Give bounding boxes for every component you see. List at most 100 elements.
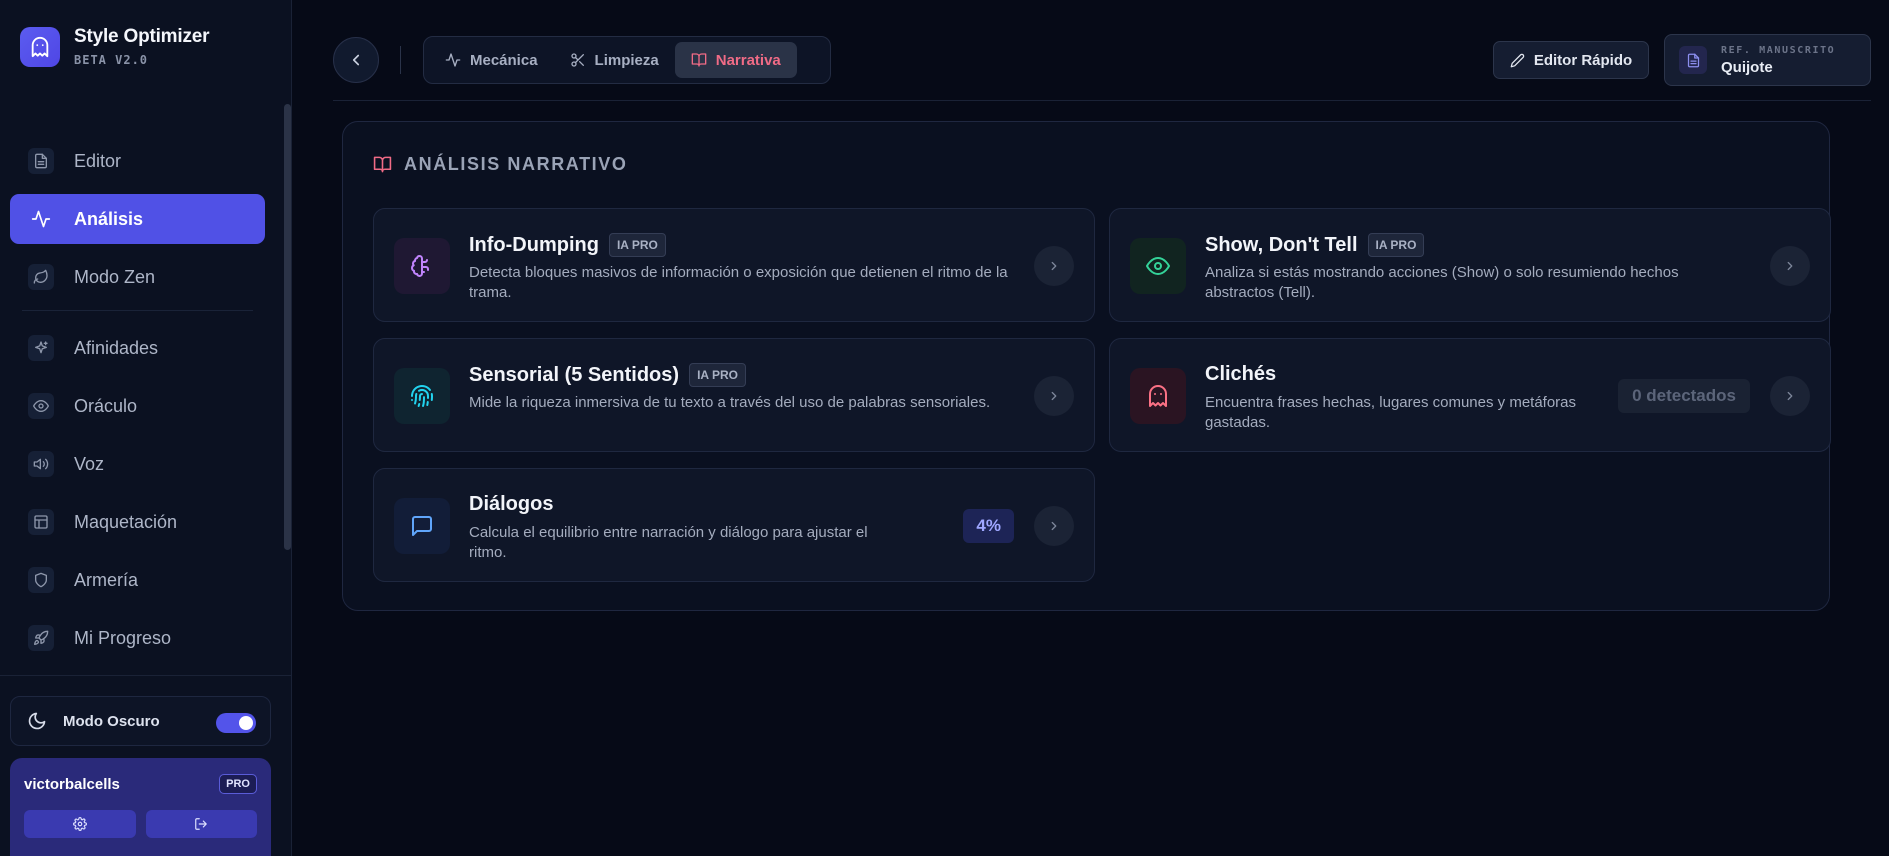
sidebar-item-mi-progreso[interactable]: Mi Progreso bbox=[10, 613, 265, 663]
analysis-tabs: Mecánica Limpieza Narrativa bbox=[423, 36, 831, 84]
cliches-count-badge: 0 detectados bbox=[1618, 379, 1750, 413]
manuscript-label: REF. MANUSCRITO bbox=[1721, 44, 1836, 56]
tab-label: Mecánica bbox=[470, 51, 538, 69]
eye-icon bbox=[1130, 238, 1186, 294]
card-open-button[interactable] bbox=[1034, 376, 1074, 416]
chevron-right-icon bbox=[1047, 389, 1061, 403]
sidebar-item-afinidades[interactable]: Afinidades bbox=[10, 323, 265, 373]
dark-mode-toggle[interactable]: Modo Oscuro bbox=[10, 696, 271, 746]
ia-pro-badge: IA PRO bbox=[608, 233, 666, 257]
sidebar-item-label: Oráculo bbox=[74, 395, 138, 416]
sidebar-scrollbar-thumb[interactable] bbox=[284, 104, 291, 550]
message-square-icon bbox=[394, 498, 450, 554]
document-icon bbox=[1679, 46, 1707, 74]
chevron-right-icon bbox=[1047, 259, 1061, 273]
card-title: Show, Don't Tell bbox=[1205, 233, 1358, 256]
tab-label: Limpieza bbox=[594, 51, 659, 69]
plan-badge: PRO bbox=[219, 774, 257, 794]
activity-icon bbox=[28, 206, 54, 232]
card-open-button[interactable] bbox=[1034, 246, 1074, 286]
ia-pro-badge: IA PRO bbox=[689, 363, 746, 387]
sidebar-item-label: Mi Progreso bbox=[74, 627, 172, 648]
brain-icon bbox=[394, 238, 450, 294]
book-open-icon bbox=[373, 155, 392, 174]
card-open-button[interactable] bbox=[1770, 376, 1810, 416]
tab-narrativa[interactable]: Narrativa bbox=[674, 42, 797, 78]
activity-icon bbox=[445, 52, 461, 68]
sidebar-item-label: Voz bbox=[74, 453, 105, 474]
panel-title: ANÁLISIS NARRATIVO bbox=[373, 154, 627, 175]
switch-knob bbox=[239, 716, 253, 730]
sidebar-nav: Editor Análisis Modo Zen Afinidades Orác… bbox=[10, 136, 265, 671]
fingerprint-icon bbox=[394, 368, 450, 424]
sidebar-scrollbar[interactable] bbox=[284, 104, 291, 550]
app-title: Style Optimizer bbox=[74, 26, 210, 47]
sidebar-item-oraculo[interactable]: Oráculo bbox=[10, 381, 265, 431]
app-version: BETA V2.0 bbox=[74, 53, 149, 67]
back-button[interactable] bbox=[333, 37, 379, 83]
sidebar-item-label: Modo Zen bbox=[74, 266, 156, 287]
gear-icon bbox=[72, 817, 87, 831]
sidebar-item-armeria[interactable]: Armería bbox=[10, 555, 265, 605]
header-divider bbox=[333, 100, 1871, 101]
sidebar-item-label: Análisis bbox=[74, 208, 144, 229]
card-description: Analiza si estás mostrando acciones (Sho… bbox=[1205, 264, 1679, 301]
header-separator bbox=[400, 46, 401, 74]
card-description: Detecta bloques masivos de información o… bbox=[469, 264, 1008, 301]
sidebar-item-label: Maquetación bbox=[74, 511, 178, 532]
ghost-icon bbox=[1130, 368, 1186, 424]
sidebar-item-editor[interactable]: Editor bbox=[10, 136, 265, 186]
moon-icon bbox=[27, 711, 47, 731]
card-cliches[interactable]: Clichés Encuentra frases hechas, lugares… bbox=[1109, 338, 1831, 452]
logout-icon bbox=[194, 817, 208, 831]
eye-icon bbox=[28, 393, 54, 419]
sidebar-footer-divider bbox=[0, 675, 292, 676]
sidebar-item-analisis[interactable]: Análisis bbox=[10, 194, 265, 244]
card-title: Diálogos bbox=[469, 493, 554, 515]
card-description: Mide la riqueza inmersiva de tu texto a … bbox=[469, 394, 991, 411]
card-description: Encuentra frases hechas, lugares comunes… bbox=[1205, 394, 1577, 431]
card-description: Calcula el equilibrio entre narración y … bbox=[469, 524, 868, 561]
card-title: Info-Dumping bbox=[469, 233, 599, 256]
user-name: victorbalcells bbox=[24, 775, 120, 793]
logout-button[interactable] bbox=[145, 810, 257, 838]
ia-pro-badge: IA PRO bbox=[1367, 233, 1425, 257]
rocket-icon bbox=[28, 625, 54, 651]
card-title: Sensorial (5 Sentidos) bbox=[469, 363, 680, 386]
card-open-button[interactable] bbox=[1770, 246, 1810, 286]
document-icon bbox=[28, 148, 54, 174]
sidebar-item-label: Armería bbox=[74, 569, 139, 590]
manuscript-selector[interactable]: REF. MANUSCRITO Quijote bbox=[1664, 34, 1871, 86]
tab-label: Narrativa bbox=[715, 51, 781, 69]
pencil-icon bbox=[1510, 53, 1525, 68]
sidebar-item-label: Afinidades bbox=[74, 337, 159, 358]
sidebar-item-maquetacion[interactable]: Maquetación bbox=[10, 497, 265, 547]
sidebar-item-label: Editor bbox=[74, 150, 122, 171]
tab-limpieza[interactable]: Limpieza bbox=[554, 42, 675, 78]
chevron-right-icon bbox=[1783, 389, 1797, 403]
tab-mecanica[interactable]: Mecánica bbox=[429, 42, 554, 78]
chevron-right-icon bbox=[1047, 519, 1061, 533]
quick-editor-label: Editor Rápido bbox=[1533, 51, 1633, 69]
manuscript-name: Quijote bbox=[1721, 58, 1773, 76]
scissors-icon bbox=[570, 52, 586, 68]
user-card: victorbalcells PRO bbox=[10, 758, 271, 856]
card-open-button[interactable] bbox=[1034, 506, 1074, 546]
speaker-icon bbox=[28, 451, 54, 477]
sidebar-item-modo-zen[interactable]: Modo Zen bbox=[10, 252, 265, 302]
dark-mode-switch[interactable] bbox=[216, 713, 256, 733]
sparkles-icon bbox=[28, 335, 54, 361]
card-dialogos[interactable]: Diálogos Calcula el equilibrio entre nar… bbox=[373, 468, 1095, 582]
leaf-icon bbox=[28, 264, 54, 290]
quick-editor-button[interactable]: Editor Rápido bbox=[1493, 41, 1649, 79]
chevron-left-icon bbox=[347, 51, 365, 69]
card-show-dont-tell[interactable]: Show, Don't Tell IA PRO Analiza si estás… bbox=[1109, 208, 1831, 322]
settings-button[interactable] bbox=[24, 810, 136, 838]
card-sensorial[interactable]: Sensorial (5 Sentidos) IA PRO Mide la ri… bbox=[373, 338, 1095, 452]
dark-mode-label: Modo Oscuro bbox=[63, 712, 160, 730]
narrative-analysis-panel: ANÁLISIS NARRATIVO Info-Dumping IA PRO D… bbox=[342, 121, 1831, 611]
brand[interactable]: Style Optimizer BETA V2.0 bbox=[20, 26, 210, 67]
nav-divider bbox=[22, 310, 253, 311]
card-info-dumping[interactable]: Info-Dumping IA PRO Detecta bloques masi… bbox=[373, 208, 1095, 322]
sidebar-item-voz[interactable]: Voz bbox=[10, 439, 265, 489]
